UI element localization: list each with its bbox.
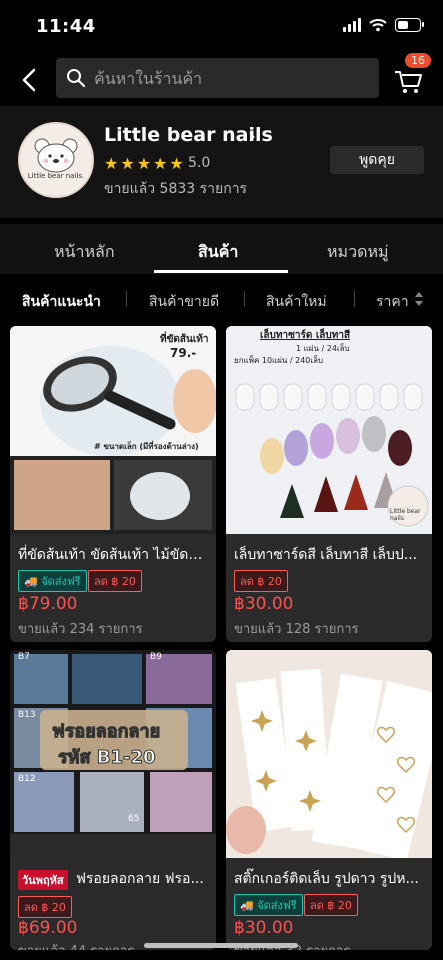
discount-badge: ลด ฿ 20 bbox=[18, 896, 72, 918]
day-tag: วันพฤหัส bbox=[18, 870, 68, 890]
free-shipping-badge: 🚚 จัดส่งฟรี bbox=[18, 570, 87, 592]
image-label: B12 bbox=[18, 774, 36, 784]
discount-badge: ลด ฿ 20 bbox=[88, 570, 142, 592]
star-icon: ★ bbox=[169, 154, 184, 173]
star-icon: ★ bbox=[153, 154, 168, 173]
star-icon: ★ bbox=[104, 154, 119, 173]
product-price: ฿30.00 bbox=[234, 594, 294, 614]
star-icon: ★ bbox=[120, 154, 135, 173]
wifi-icon bbox=[369, 19, 387, 32]
shop-sold-count: ขายแล้ว 5833 รายการ bbox=[104, 181, 248, 197]
search-input[interactable] bbox=[92, 67, 356, 89]
signal-icon bbox=[343, 18, 361, 32]
product-image: ที่ขัดส้นเท้า 79.- # ขนาดเล็ก (มีที่รองด… bbox=[10, 326, 216, 534]
discount-badge: ลด ฿ 20 bbox=[304, 894, 358, 916]
tab-products[interactable]: สินค้า bbox=[198, 240, 238, 265]
product-image: B7 B9 B13 B12 65 ฟรอยลอกลาย รหัส B1-20 bbox=[10, 650, 216, 858]
watermark-logo-text: Little bear nails bbox=[390, 508, 421, 522]
truck-icon: 🚚 bbox=[24, 575, 38, 588]
product-card[interactable]: สติ๊กเกอร์ติดเล็บ รูปดาว รูปห... 🚚 จัดส่… bbox=[226, 650, 432, 950]
product-price: ฿79.00 bbox=[18, 594, 78, 614]
product-price: ฿69.00 bbox=[18, 918, 78, 938]
product-sold: ขายแล้ว 44 รายการ bbox=[18, 940, 134, 950]
rating-stars: ★ ★ ★ ★ ★ bbox=[104, 154, 184, 173]
product-image bbox=[226, 650, 432, 858]
product-image: เล็บทาซาร์ด เล็บทาสี 1 แผ่น / 24เล็บ ยกแ… bbox=[226, 326, 432, 534]
tab-categories[interactable]: หมวดหมู่ bbox=[327, 240, 389, 265]
divider bbox=[244, 291, 245, 307]
search-icon bbox=[67, 69, 86, 88]
product-title: ที่ขัดส้นเท้า ขัดส้นเท้า ไม้ขัดส้... bbox=[18, 547, 208, 563]
image-caption: ยกแพ็ค 10แผ่น / 240เล็บ bbox=[234, 356, 324, 365]
shop-header: Little bear nails. Little bear nails › ★… bbox=[0, 106, 443, 218]
image-headline: รหัส B1-20 bbox=[58, 747, 157, 769]
back-button[interactable] bbox=[14, 64, 44, 96]
shop-tabs: หน้าหลัก สินค้า หมวดหมู่ bbox=[0, 224, 443, 274]
product-price: ฿30.00 bbox=[234, 918, 294, 938]
discount-badge: ลด ฿ 20 bbox=[234, 570, 288, 592]
product-title: สติ๊กเกอร์ติดเล็บ รูปดาว รูปห... bbox=[234, 871, 419, 887]
truck-icon: 🚚 bbox=[240, 899, 254, 912]
image-headline: ฟรอยลอกลาย bbox=[51, 721, 161, 743]
filter-new[interactable]: สินค้าใหม่ bbox=[266, 291, 327, 313]
chevron-left-icon bbox=[22, 68, 36, 92]
product-card[interactable]: B7 B9 B13 B12 65 ฟรอยลอกลาย รหัส B1-20 ว… bbox=[10, 650, 216, 950]
divider bbox=[126, 291, 127, 307]
filter-price[interactable]: ราคา bbox=[376, 291, 409, 313]
filter-best-selling[interactable]: สินค้าขายดี bbox=[149, 291, 219, 313]
product-sold: ขายแล้ว 234 รายการ bbox=[18, 622, 143, 637]
rating-value: 5.0 bbox=[188, 155, 211, 171]
active-tab-indicator bbox=[154, 270, 288, 273]
filter-recommended[interactable]: สินค้าแนะนำ bbox=[22, 291, 101, 313]
tab-home[interactable]: หน้าหลัก bbox=[54, 240, 115, 265]
chevron-right-icon[interactable]: › bbox=[248, 124, 256, 148]
image-label: B13 bbox=[18, 710, 36, 720]
image-label: B9 bbox=[150, 652, 162, 662]
home-indicator[interactable] bbox=[144, 943, 298, 948]
image-price: 79.- bbox=[170, 346, 197, 360]
image-label: B7 bbox=[18, 652, 30, 662]
shop-avatar[interactable]: Little bear nails. bbox=[18, 122, 94, 198]
image-caption: # ขนาดเล็ก (มีที่รองด้านล่าง) bbox=[94, 442, 199, 451]
sort-filters: สินค้าแนะนำ สินค้าขายดี สินค้าใหม่ ราคา bbox=[0, 274, 443, 324]
star-icon: ★ bbox=[136, 154, 152, 173]
status-time: 11:44 bbox=[36, 16, 96, 37]
status-bar: 11:44 bbox=[0, 0, 443, 56]
cart-badge: 16 bbox=[404, 52, 432, 69]
cart-icon[interactable] bbox=[392, 64, 426, 98]
avatar-logo-text: Little bear nails. bbox=[27, 172, 85, 180]
free-shipping-badge: 🚚 จัดส่งฟรี bbox=[234, 894, 303, 916]
chat-button[interactable]: พูดคุย bbox=[330, 146, 424, 174]
image-caption: ที่ขัดส้นเท้า bbox=[160, 334, 209, 345]
product-sold: ขายแล้ว 128 รายการ bbox=[234, 622, 359, 637]
product-card[interactable]: เล็บทาซาร์ด เล็บทาสี 1 แผ่น / 24เล็บ ยกแ… bbox=[226, 326, 432, 642]
search-bar[interactable] bbox=[56, 58, 379, 98]
product-title: เล็บทาซาร์ดสี เล็บทาสี เล็บป... bbox=[234, 547, 418, 563]
product-card[interactable]: ที่ขัดส้นเท้า 79.- # ขนาดเล็ก (มีที่รองด… bbox=[10, 326, 216, 642]
battery-icon bbox=[395, 18, 424, 32]
image-label: 65 bbox=[128, 814, 140, 824]
product-title: ฟรอยลอกลาย ฟรอ... bbox=[76, 871, 204, 887]
bear-logo bbox=[34, 138, 78, 173]
top-bar bbox=[0, 56, 443, 106]
image-caption: เล็บทาซาร์ด เล็บทาสี bbox=[260, 330, 351, 341]
divider bbox=[354, 291, 355, 307]
sort-arrows-icon[interactable] bbox=[414, 291, 424, 307]
